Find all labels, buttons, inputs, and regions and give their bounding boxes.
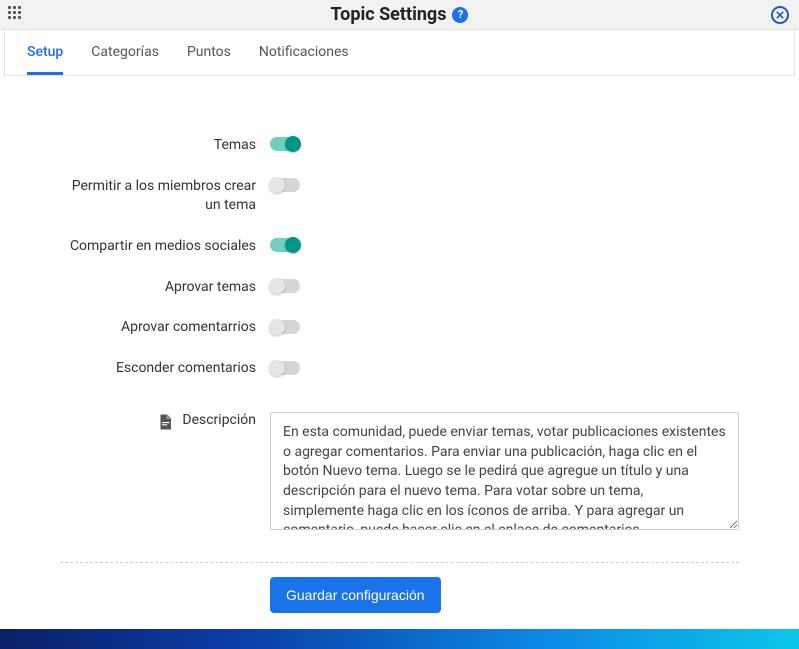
drag-handle-icon[interactable]	[8, 6, 22, 20]
setting-row-permitir-crear-tema: Permitir a los miembros crear un tema	[60, 177, 739, 215]
toggle-temas[interactable]	[270, 137, 300, 151]
setting-row-temas: Temas	[60, 136, 739, 155]
close-button[interactable]	[771, 6, 789, 24]
help-icon[interactable]: ?	[452, 7, 468, 23]
description-textarea[interactable]	[270, 412, 739, 530]
divider	[60, 562, 739, 563]
description-row: Descripción	[60, 412, 739, 534]
tab-notificaciones[interactable]: Notificaciones	[259, 30, 349, 75]
setting-label: Compartir en medios sociales	[60, 237, 270, 256]
modal-title-text: Topic Settings	[331, 4, 447, 25]
actions: Guardar configuración	[0, 577, 799, 613]
tab-setup[interactable]: Setup	[27, 30, 63, 75]
toggle-aprovar-temas[interactable]	[270, 279, 300, 293]
toggle-permitir-crear-tema[interactable]	[270, 178, 300, 192]
setting-label: Temas	[60, 136, 270, 155]
setting-label: Aprovar comentarrios	[60, 318, 270, 337]
save-button[interactable]: Guardar configuración	[270, 577, 441, 613]
setting-row-aprovar-comentarios: Aprovar comentarrios	[60, 318, 739, 337]
modal-header: Topic Settings ?	[0, 0, 799, 30]
modal-title: Topic Settings ?	[331, 4, 469, 25]
setting-row-compartir-medios: Compartir en medios sociales	[60, 237, 739, 256]
setting-row-aprovar-temas: Aprovar temas	[60, 278, 739, 297]
footer-gradient	[0, 629, 799, 649]
tabs: Setup Categorías Puntos Notificaciones	[4, 30, 795, 76]
tab-categorias[interactable]: Categorías	[91, 30, 159, 75]
toggle-esconder-comentarios[interactable]	[270, 361, 300, 375]
setting-label: Esconder comentarios	[60, 359, 270, 378]
description-label: Descripción	[182, 412, 256, 428]
form-area: Temas Permitir a los miembros crear un t…	[0, 76, 799, 544]
setting-label: Permitir a los miembros crear un tema	[60, 177, 270, 215]
toggle-aprovar-comentarios[interactable]	[270, 320, 300, 334]
setting-label: Aprovar temas	[60, 278, 270, 297]
setting-row-esconder-comentarios: Esconder comentarios	[60, 359, 739, 378]
toggle-compartir-medios[interactable]	[270, 238, 300, 252]
tab-puntos[interactable]: Puntos	[187, 30, 231, 75]
document-icon	[156, 412, 174, 432]
close-icon	[776, 11, 784, 19]
